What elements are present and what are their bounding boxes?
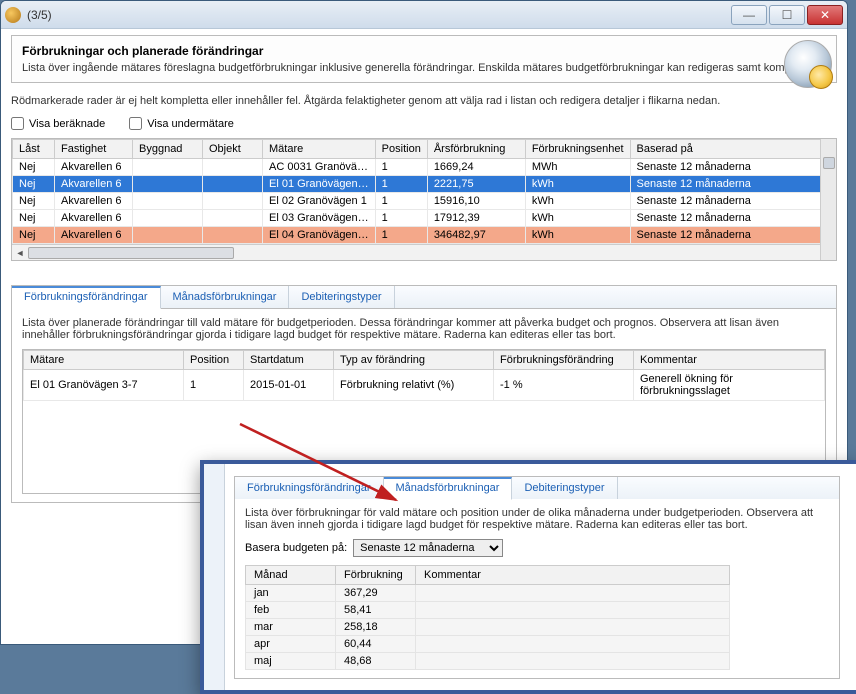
grid-scrollbar-vertical[interactable] bbox=[820, 139, 836, 260]
month-row[interactable]: mar258,18 bbox=[246, 619, 730, 636]
col-last[interactable]: Låst bbox=[13, 140, 55, 159]
col2-forandring[interactable]: Förbrukningsförändring bbox=[494, 351, 634, 370]
month-row[interactable]: apr60,44 bbox=[246, 636, 730, 653]
tab-forbrukningsforandringar[interactable]: Förbrukningsförändringar bbox=[12, 286, 161, 309]
overlay-tab-debiteringstyper[interactable]: Debiteringstyper bbox=[512, 477, 617, 499]
overlay-panel: Förbrukningsförändringar Månadsförbrukni… bbox=[200, 460, 856, 694]
meter-row[interactable]: NejAkvarellen 6El 02 Granövägen 1115916,… bbox=[13, 193, 836, 210]
basis-label: Basera budgeten på: bbox=[245, 542, 347, 554]
month-row[interactable]: maj48,68 bbox=[246, 653, 730, 670]
close-button[interactable]: ✕ bbox=[807, 5, 843, 25]
col3-kommentar[interactable]: Kommentar bbox=[416, 566, 730, 585]
month-row[interactable]: jan367,29 bbox=[246, 585, 730, 602]
window-title: (3/5) bbox=[27, 8, 731, 22]
maximize-button[interactable]: ☐ bbox=[769, 5, 805, 25]
meter-row[interactable]: NejAkvarellen 6AC 0031 Granövä…11669,24M… bbox=[13, 159, 836, 176]
month-grid: Månad Förbrukning Kommentar jan367,29feb… bbox=[245, 565, 730, 670]
meter-row[interactable]: NejAkvarellen 6El 01 Granövägen…12221,75… bbox=[13, 176, 836, 193]
month-row[interactable]: feb58,41 bbox=[246, 602, 730, 619]
col-ars[interactable]: Årsförbrukning bbox=[427, 140, 525, 159]
col-position[interactable]: Position bbox=[375, 140, 427, 159]
overlay-tab-forbrukningsforandringar[interactable]: Förbrukningsförändringar bbox=[235, 477, 384, 499]
tab-debiteringstyper[interactable]: Debiteringstyper bbox=[289, 286, 394, 308]
gauge-icon bbox=[784, 40, 832, 88]
minimize-button[interactable]: — bbox=[731, 5, 767, 25]
checkbox-input-undermatare[interactable] bbox=[129, 117, 142, 130]
page-title: Förbrukningar och planerade förändringar bbox=[22, 44, 826, 58]
meter-row[interactable]: NejAkvarellen 6El 03 Granövägen…117912,3… bbox=[13, 210, 836, 227]
checkbox-visa-beraknade[interactable]: Visa beräknade bbox=[11, 117, 105, 130]
col2-position[interactable]: Position bbox=[184, 351, 244, 370]
col3-forbrukning[interactable]: Förbrukning bbox=[336, 566, 416, 585]
col-baserad[interactable]: Baserad på bbox=[630, 140, 835, 159]
col2-matare[interactable]: Mätare bbox=[24, 351, 184, 370]
meter-row[interactable]: NejAkvarellen 6El 04 Granövägen…1346482,… bbox=[13, 227, 836, 244]
col-fastighet[interactable]: Fastighet bbox=[55, 140, 133, 159]
col-matare[interactable]: Mätare bbox=[263, 140, 376, 159]
basis-select[interactable]: Senaste 12 månaderna bbox=[353, 539, 503, 557]
change-row[interactable]: El 01 Granövägen 3-7 1 2015-01-01 Förbru… bbox=[24, 370, 825, 401]
meters-grid: Låst Fastighet Byggnad Objekt Mätare Pos… bbox=[11, 138, 837, 261]
titlebar: (3/5) — ☐ ✕ bbox=[1, 1, 847, 29]
tab-description: Lista över planerade förändringar till v… bbox=[22, 317, 826, 341]
col2-kommentar[interactable]: Kommentar bbox=[634, 351, 825, 370]
col3-manad[interactable]: Månad bbox=[246, 566, 336, 585]
col2-typ[interactable]: Typ av förändring bbox=[334, 351, 494, 370]
checkbox-input-beraknade[interactable] bbox=[11, 117, 24, 130]
col-objekt[interactable]: Objekt bbox=[203, 140, 263, 159]
col-enhet[interactable]: Förbrukningsenhet bbox=[525, 140, 630, 159]
grid-scrollbar-horizontal[interactable]: ◄ ► bbox=[12, 244, 836, 260]
tab-manadsforbrukningar[interactable]: Månadsförbrukningar bbox=[161, 286, 290, 308]
app-icon bbox=[5, 7, 21, 23]
page-subtitle: Lista över ingående mätares föreslagna b… bbox=[22, 62, 826, 74]
info-text: Rödmarkerade rader är ej helt kompletta … bbox=[11, 95, 837, 107]
header-panel: Förbrukningar och planerade förändringar… bbox=[11, 35, 837, 83]
overlay-tab-manadsforbrukningar[interactable]: Månadsförbrukningar bbox=[384, 477, 513, 500]
overlay-description: Lista över förbrukningar för vald mätare… bbox=[245, 507, 829, 531]
checkbox-visa-undermatare[interactable]: Visa undermätare bbox=[129, 117, 234, 130]
col-byggnad[interactable]: Byggnad bbox=[133, 140, 203, 159]
col2-start[interactable]: Startdatum bbox=[244, 351, 334, 370]
